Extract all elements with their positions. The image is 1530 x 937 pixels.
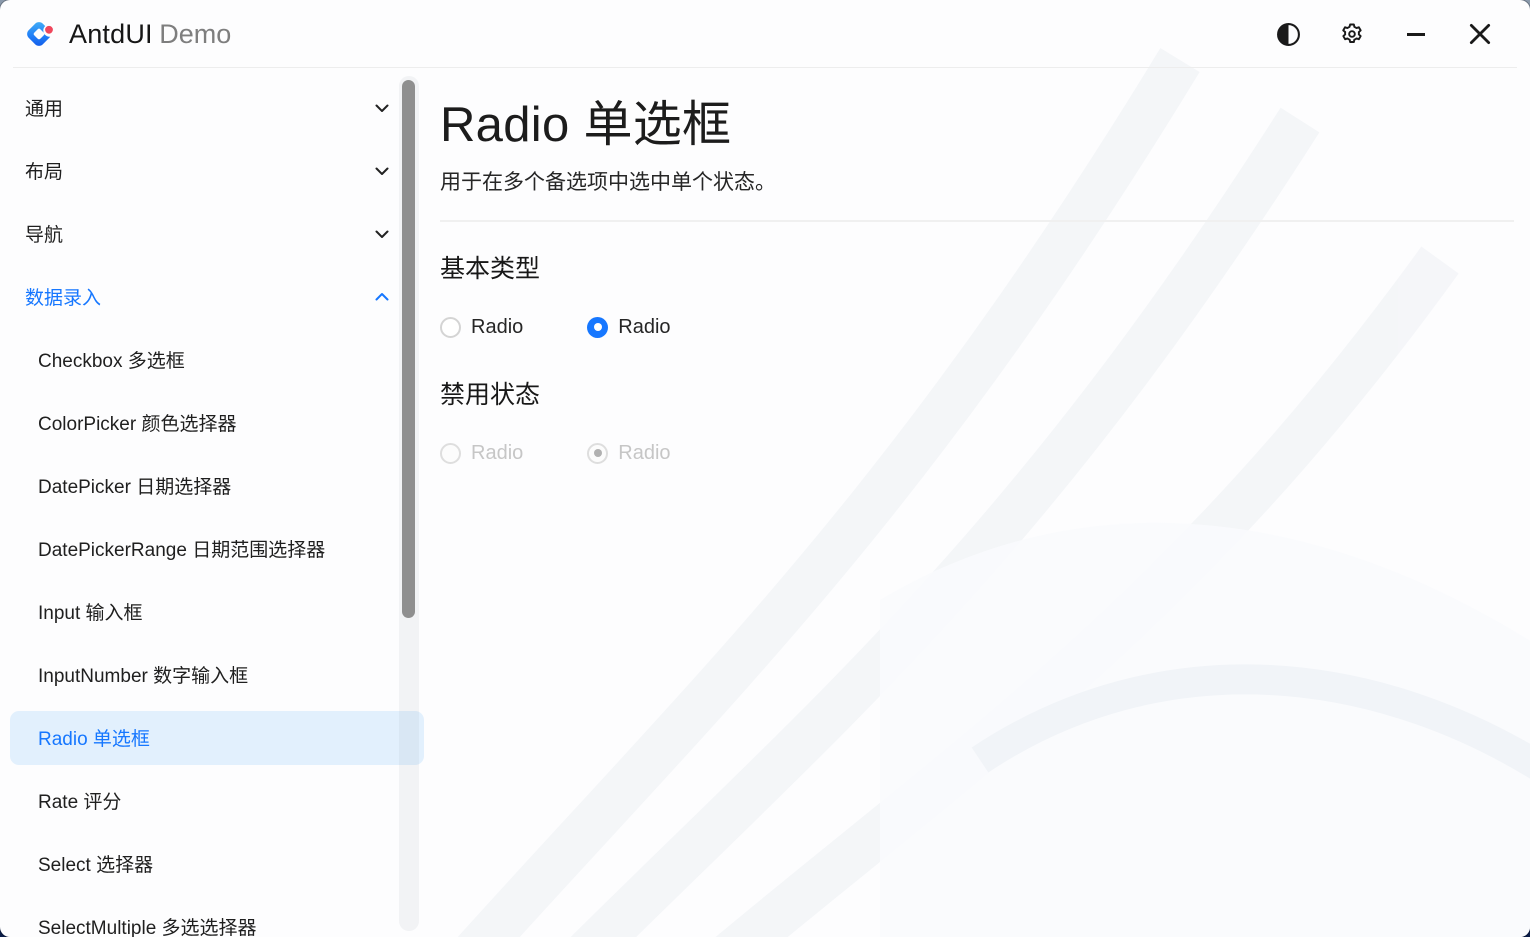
radio-checked[interactable]: Radio [587, 316, 670, 339]
sidebar-scrollbar-track[interactable] [399, 76, 419, 931]
sidebar-item-label: SelectMultiple 多选选择器 [38, 913, 257, 937]
close-icon [1467, 21, 1493, 47]
section-basic: 基本类型 Radio Radio [440, 249, 1530, 339]
sidebar-item[interactable]: Select 选择器 [0, 832, 424, 895]
page-description: 用于在多个备选项中选中单个状态。 [440, 166, 1530, 196]
settings-button[interactable] [1320, 11, 1384, 57]
radio-label: Radio [618, 442, 670, 465]
main-content: Radio 单选框 用于在多个备选项中选中单个状态。 基本类型 Radio Ra… [440, 68, 1530, 937]
chevron-down-icon [373, 162, 391, 180]
sidebar-item-label: DatePicker 日期选择器 [38, 472, 231, 499]
sidebar-item[interactable]: 通用 [0, 76, 424, 139]
brand-suffix: Demo [159, 19, 231, 49]
sidebar: 通用 布局 导航 数据录入 [0, 68, 424, 937]
radio-circle-icon [440, 317, 461, 338]
theme-toggle-button[interactable] [1256, 11, 1320, 57]
sidebar-item-label: 数据录入 [25, 283, 101, 310]
radio-group-basic: Radio Radio [440, 316, 1530, 339]
page-title: Radio 单选框 [440, 85, 1530, 156]
brand: AntdUI Demo [0, 17, 231, 51]
sidebar-item[interactable]: DatePickerRange 日期范围选择器 [0, 517, 424, 580]
sidebar-item-label: Select 选择器 [38, 850, 153, 877]
sidebar-item-label: 导航 [25, 220, 63, 247]
sidebar-item[interactable]: DatePicker 日期选择器 [0, 454, 424, 517]
sidebar-item[interactable]: SelectMultiple 多选选择器 [0, 895, 424, 937]
sidebar-item[interactable]: ColorPicker 颜色选择器 [0, 391, 424, 454]
sidebar-scrollbar-thumb[interactable] [402, 80, 415, 618]
sidebar-item[interactable]: Input 输入框 [0, 580, 424, 643]
app-window: AntdUI Demo [0, 0, 1530, 937]
sidebar-item-label: 布局 [25, 157, 63, 184]
sidebar-item[interactable]: 数据录入 [0, 265, 424, 328]
radio-label: Radio [471, 316, 523, 339]
sidebar-item[interactable]: 布局 [0, 139, 424, 202]
section-title: 基本类型 [440, 249, 1530, 285]
radio-circle-icon [587, 317, 608, 338]
sidebar-item[interactable]: Rate 评分 [0, 769, 424, 832]
sidebar-item-label: 通用 [25, 94, 63, 121]
chevron-down-icon [373, 225, 391, 243]
sidebar-item-label: DatePickerRange 日期范围选择器 [38, 535, 325, 562]
sidebar-item-label: Rate 评分 [38, 787, 121, 814]
app-title: AntdUI Demo [69, 19, 231, 50]
gear-icon [1339, 21, 1365, 47]
radio-disabled-unchecked: Radio [440, 442, 523, 465]
section-title: 禁用状态 [440, 375, 1530, 411]
radio-circle-icon [440, 443, 461, 464]
minimize-button[interactable] [1384, 11, 1448, 57]
section-disabled: 禁用状态 Radio Radio [440, 375, 1530, 465]
sidebar-item[interactable]: Radio 单选框 [10, 711, 424, 765]
contrast-icon [1276, 22, 1301, 47]
minimize-icon [1404, 22, 1428, 46]
chevron-up-icon [373, 288, 391, 306]
sidebar-item-label: Radio 单选框 [38, 724, 150, 751]
radio-group-disabled: Radio Radio [440, 442, 1530, 465]
radio-label: Radio [471, 442, 523, 465]
titlebar: AntdUI Demo [0, 0, 1530, 68]
sidebar-item-label: Input 输入框 [38, 598, 143, 625]
sidebar-item[interactable]: Checkbox 多选框 [0, 328, 424, 391]
sidebar-item[interactable]: 导航 [0, 202, 424, 265]
chevron-down-icon [373, 99, 391, 117]
radio-unchecked[interactable]: Radio [440, 316, 523, 339]
radio-label: Radio [618, 316, 670, 339]
close-button[interactable] [1448, 11, 1512, 57]
divider [440, 220, 1514, 222]
sidebar-item-label: ColorPicker 颜色选择器 [38, 409, 236, 436]
sidebar-item-label: InputNumber 数字输入框 [38, 661, 248, 688]
sidebar-item-label: Checkbox 多选框 [38, 346, 185, 373]
brand-name: AntdUI [69, 19, 153, 49]
sidebar-item[interactable]: InputNumber 数字输入框 [0, 643, 424, 706]
radio-circle-icon [587, 443, 608, 464]
window-controls [1256, 11, 1530, 57]
radio-disabled-checked: Radio [587, 442, 670, 465]
antdui-logo-icon [22, 17, 56, 51]
